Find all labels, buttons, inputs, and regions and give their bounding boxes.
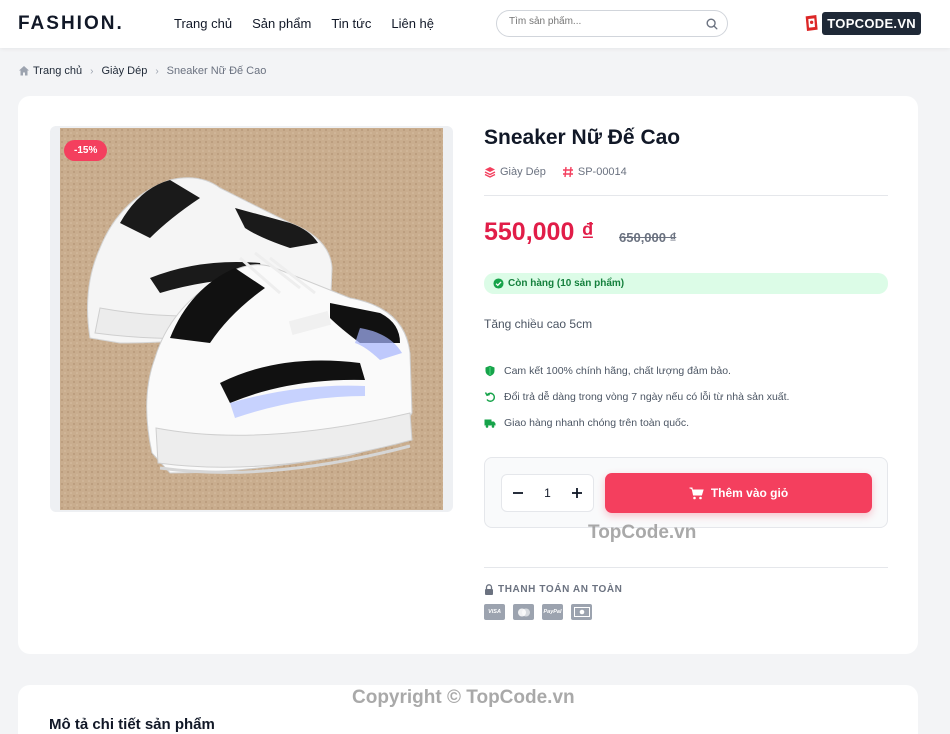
increase-quantity-button[interactable]	[569, 485, 585, 501]
product-card: -15% Sneaker Nữ Đế Cao Giày Dép SP-00014…	[18, 96, 918, 654]
shield-icon	[485, 365, 495, 377]
divider	[484, 195, 888, 196]
mastercard-icon	[513, 604, 534, 620]
product-price: 550,000 ₫	[484, 218, 595, 246]
divider	[484, 567, 888, 568]
nav-contact[interactable]: Liên hệ	[391, 16, 434, 31]
main-nav: Trang chủ Sản phẩm Tin tức Liên hệ	[174, 16, 434, 31]
add-to-cart-button[interactable]: Thêm vào giỏ	[605, 473, 872, 513]
undo-icon	[484, 392, 495, 402]
discount-badge: -15%	[64, 140, 108, 161]
feature-item: Cam kết 100% chính hãng, chất lượng đảm …	[484, 358, 789, 384]
lock-icon	[485, 584, 493, 595]
product-features: Cam kết 100% chính hãng, chất lượng đảm …	[484, 358, 789, 436]
quantity-value[interactable]: 1	[544, 486, 551, 500]
product-meta: Giày Dép SP-00014	[484, 166, 627, 178]
product-photo-sneakers	[60, 128, 443, 510]
home-icon	[19, 66, 29, 76]
stock-status-text: Còn hàng (10 sản phẩm)	[508, 278, 625, 289]
chevron-right-icon: ›	[90, 65, 94, 77]
visa-icon: VISA	[484, 604, 505, 620]
watermark-center: TopCode.vn	[588, 522, 697, 543]
layers-icon	[484, 167, 496, 178]
nav-products[interactable]: Sản phẩm	[252, 16, 311, 31]
mastercard-circles-icon	[517, 608, 530, 616]
site-header: FASHION. Trang chủ Sản phẩm Tin tức Liên…	[0, 0, 950, 48]
details-title: Mô tả chi tiết sản phẩm	[49, 716, 215, 733]
decrease-quantity-button[interactable]	[510, 485, 526, 501]
payment-methods: VISA PayPal	[484, 604, 592, 620]
breadcrumb-category[interactable]: Giày Dép	[101, 65, 147, 77]
breadcrumb-current: Sneaker Nữ Đế Cao	[166, 65, 267, 77]
breadcrumb-home[interactable]: Trang chủ	[33, 65, 82, 77]
truck-icon	[484, 419, 496, 428]
cash-icon	[571, 604, 592, 620]
brand-logo-text: TOPCODE.VN	[822, 11, 921, 35]
plus-icon	[572, 488, 582, 498]
breadcrumb: Trang chủ › Giày Dép › Sneaker Nữ Đế Cao	[18, 65, 266, 77]
search-input[interactable]	[509, 16, 699, 27]
brand-logo-icon	[805, 15, 818, 31]
money-bill-icon	[573, 607, 590, 617]
feature-item: Đổi trả dễ dàng trong vòng 7 ngày nếu có…	[484, 384, 789, 410]
product-old-price: 650,000 ₫	[619, 230, 677, 245]
product-title: Sneaker Nữ Đế Cao	[484, 126, 681, 149]
minus-icon	[513, 492, 523, 494]
chevron-right-icon: ›	[155, 65, 159, 77]
nav-news[interactable]: Tin tức	[331, 16, 371, 31]
topcode-brand-logo: TOPCODE.VN	[803, 8, 921, 38]
product-image[interactable]	[50, 126, 453, 512]
secure-payment-heading: THANH TOÁN AN TOÀN	[484, 584, 623, 595]
feature-text: Cam kết 100% chính hãng, chất lượng đảm …	[504, 365, 731, 377]
check-circle-icon	[493, 278, 504, 289]
site-logo[interactable]: FASHION.	[18, 13, 124, 35]
feature-text: Giao hàng nhanh chóng trên toàn quốc.	[504, 417, 690, 429]
nav-home[interactable]: Trang chủ	[174, 16, 232, 31]
feature-text: Đổi trả dễ dàng trong vòng 7 ngày nếu có…	[504, 391, 790, 403]
quantity-stepper: 1	[501, 474, 594, 512]
hashtag-icon	[562, 166, 573, 178]
paypal-icon: PayPal	[542, 604, 563, 620]
add-to-cart-box: 1 Thêm vào giỏ	[484, 457, 888, 528]
product-short-description: Tăng chiều cao 5cm	[484, 317, 593, 331]
add-to-cart-label: Thêm vào giỏ	[710, 486, 789, 500]
search-icon[interactable]	[705, 17, 719, 31]
secure-payment-label: THANH TOÁN AN TOÀN	[498, 584, 623, 595]
feature-item: Giao hàng nhanh chóng trên toàn quốc.	[484, 410, 789, 436]
product-sku: SP-00014	[577, 166, 627, 178]
search-box	[496, 10, 728, 37]
product-category[interactable]: Giày Dép	[500, 166, 546, 178]
cart-icon	[689, 487, 704, 499]
stock-status-badge: Còn hàng (10 sản phẩm)	[484, 273, 888, 294]
watermark-copyright: Copyright © TopCode.vn	[352, 687, 575, 708]
